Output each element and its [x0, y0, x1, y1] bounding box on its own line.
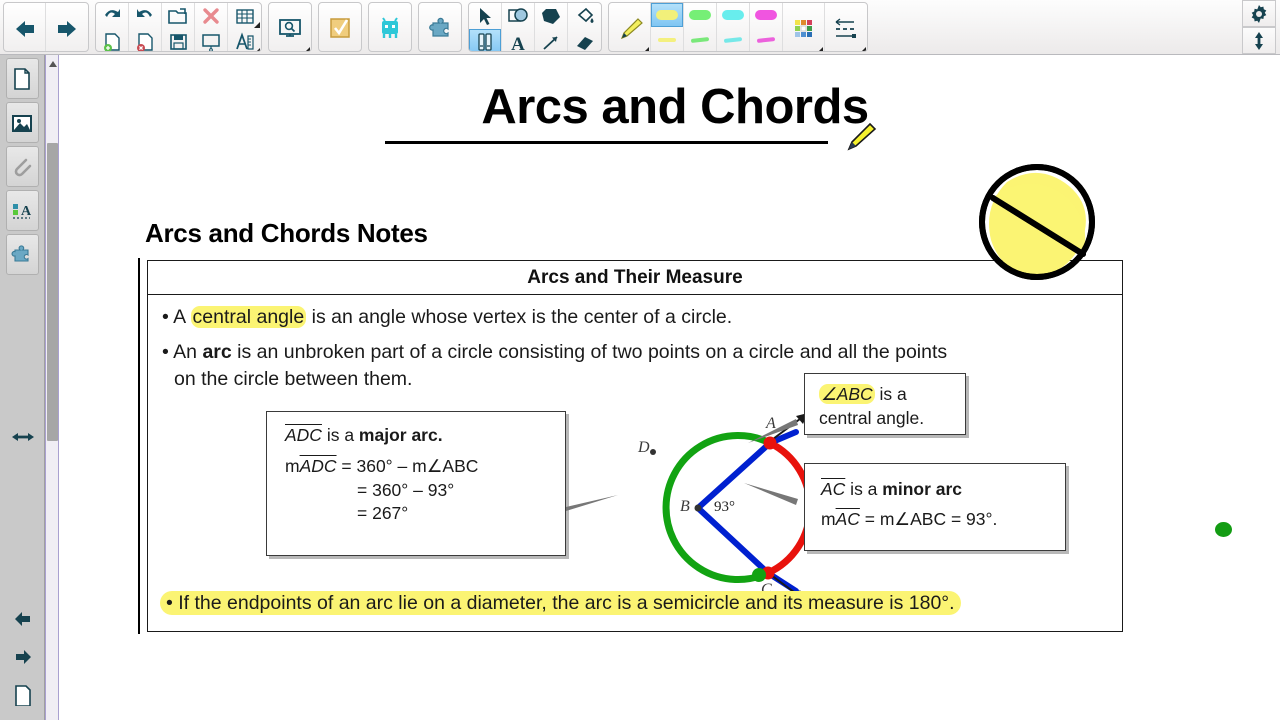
delete-page-icon[interactable] — [129, 29, 162, 51]
new-page-icon[interactable] — [96, 29, 129, 51]
sidebar-resize-handle[interactable] — [0, 418, 45, 456]
purple-shape-clip — [60, 625, 1280, 720]
swatch-yellow[interactable] — [651, 3, 684, 27]
screen-capture-icon[interactable] — [269, 3, 311, 51]
callout-leader-lines — [566, 419, 798, 511]
svg-text:A: A — [511, 34, 525, 53]
undo-icon[interactable] — [96, 3, 129, 29]
toolbar-group-response — [318, 2, 362, 52]
save-icon[interactable] — [162, 29, 195, 51]
palette-dropdown-arrow-icon[interactable] — [817, 47, 823, 51]
swatch-column-cyan — [717, 3, 750, 51]
notebook-app: A A Arcs and Chords Arcs and Chords Note… — [0, 0, 1280, 720]
toolbar-group-lab — [368, 2, 412, 52]
toolbar-group-navigation — [3, 2, 89, 52]
swatch-magenta[interactable] — [750, 3, 783, 27]
sidebar-item-attachments[interactable] — [5, 146, 39, 187]
highlighter-pen-icon[interactable] — [609, 3, 651, 51]
puzzle-piece-icon[interactable] — [419, 3, 461, 51]
shapes-icon[interactable] — [502, 3, 535, 29]
toolbar-group-capture — [268, 2, 312, 52]
vertical-scrollbar[interactable] — [45, 55, 59, 720]
scroll-up-arrow-icon[interactable] — [49, 61, 57, 67]
next-page-icon[interactable] — [6, 638, 39, 676]
thin-swatch-magenta[interactable] — [750, 27, 783, 51]
swatch-column-green — [684, 3, 717, 51]
toolbar-group-drawing-tools: A — [468, 2, 602, 52]
sidebar-item-gallery[interactable] — [5, 102, 39, 143]
bullet-semicircle-text: • If the endpoints of an arc lie on a di… — [160, 591, 961, 615]
toolbar-group-pen-styles — [608, 2, 868, 52]
toolbar-group-addons — [418, 2, 462, 52]
thin-swatch-yellow[interactable] — [651, 27, 684, 51]
checkmark-box-icon[interactable] — [319, 3, 361, 51]
bullet-semicircle: • If the endpoints of an arc lie on a di… — [160, 591, 961, 617]
sidebar-bottom-nav — [0, 600, 45, 714]
note-box-header: Arcs and Their Measure — [148, 261, 1122, 295]
thin-swatch-green[interactable] — [684, 27, 717, 51]
toolbar-right-buttons — [1242, 0, 1276, 54]
note-box: Arcs and Their Measure • A central angle… — [147, 260, 1123, 632]
measurement-tools-icon[interactable] — [228, 29, 261, 51]
text-icon[interactable]: A — [502, 29, 535, 53]
notebook-canvas[interactable]: Arcs and Chords Arcs and Chords Notes Ar… — [60, 55, 1280, 720]
hand-drawn-circle-icon — [977, 160, 1105, 282]
highlighter-cursor-icon — [840, 117, 880, 162]
redo-icon[interactable] — [129, 3, 162, 29]
toolbar-group-file-edit — [95, 2, 262, 52]
line-style-icon[interactable] — [825, 3, 867, 51]
swatch-column-magenta — [750, 3, 783, 51]
delete-icon[interactable] — [195, 3, 228, 29]
note-box-body: • A central angle is an angle whose vert… — [148, 295, 1122, 631]
table-icon[interactable] — [228, 3, 261, 29]
pen-dropdown-arrow-icon[interactable] — [643, 47, 649, 51]
back-arrow-icon[interactable] — [4, 3, 46, 51]
select-pointer-icon[interactable] — [469, 3, 502, 29]
gear-icon[interactable] — [1242, 0, 1276, 27]
left-sidebar: A — [0, 55, 45, 720]
sidebar-item-properties[interactable]: A — [5, 190, 39, 231]
resize-horizontal-icon[interactable] — [6, 418, 39, 456]
line-icon[interactable] — [535, 29, 568, 51]
fill-bucket-icon[interactable] — [568, 3, 601, 29]
swatch-column-yellow — [651, 3, 684, 51]
table-dropdown-arrow-icon[interactable] — [254, 22, 260, 28]
prev-page-icon[interactable] — [6, 600, 39, 638]
pens-icon[interactable] — [469, 29, 502, 51]
sidebar-item-page-sorter[interactable] — [5, 58, 39, 99]
open-file-icon[interactable] — [162, 3, 195, 29]
scrollbar-thumb[interactable] — [47, 143, 58, 441]
shape-pen-icon[interactable] — [535, 3, 568, 29]
resize-vertical-icon[interactable] — [1242, 27, 1276, 54]
capture-dropdown-arrow-icon[interactable] — [304, 47, 310, 51]
thin-swatch-cyan[interactable] — [717, 27, 750, 51]
top-toolbar: A — [0, 0, 1280, 55]
title-underline — [385, 141, 828, 144]
forward-arrow-icon[interactable] — [46, 3, 88, 51]
swatch-cyan[interactable] — [717, 3, 750, 27]
color-palette-icon[interactable] — [783, 3, 825, 51]
swatch-green[interactable] — [684, 3, 717, 27]
svg-text:A: A — [21, 204, 32, 219]
eraser-icon[interactable] — [568, 29, 601, 51]
line-style-dropdown-arrow-icon[interactable] — [860, 47, 866, 51]
screen-shade-icon[interactable] — [195, 29, 228, 51]
measurement-dropdown-arrow-icon[interactable] — [254, 48, 260, 51]
sidebar-item-addons[interactable] — [5, 234, 39, 275]
creature-icon[interactable] — [369, 3, 411, 51]
notes-heading: Arcs and Chords Notes — [145, 218, 428, 248]
page-icon[interactable] — [6, 676, 39, 714]
green-ink-mark — [1215, 522, 1232, 537]
